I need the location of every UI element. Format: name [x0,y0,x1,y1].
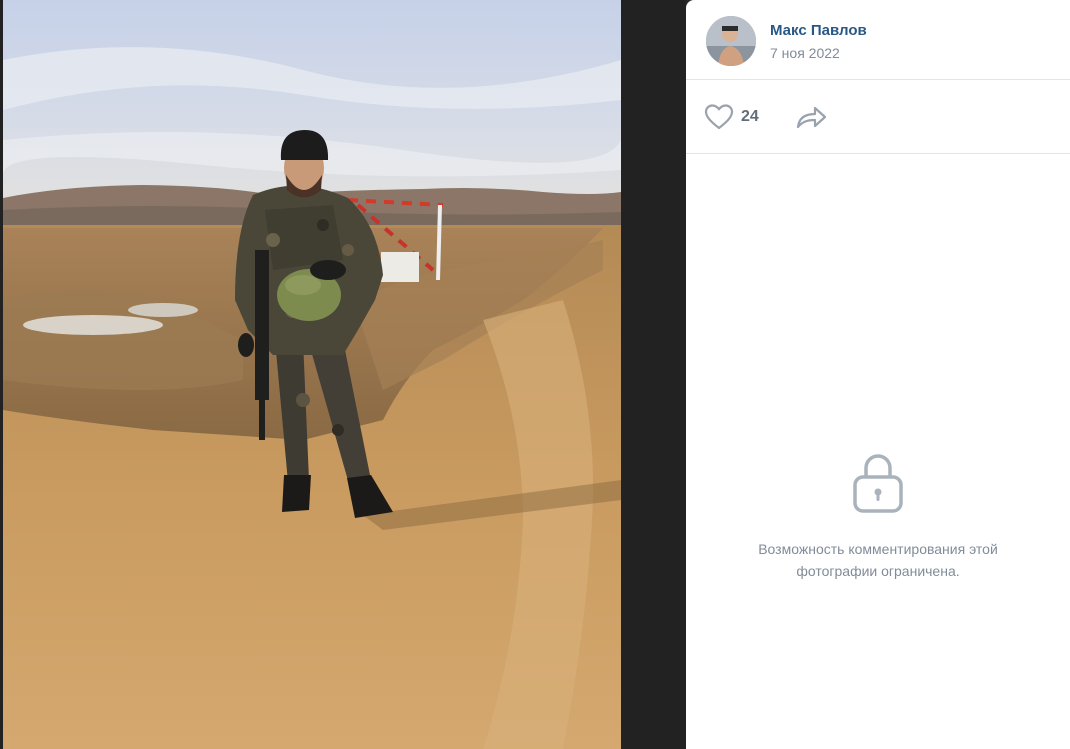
photo-image[interactable] [3,0,621,749]
heart-icon [704,104,734,130]
comments-restricted-message: Возможность комментирования этой фотогра… [758,541,998,579]
post-date[interactable]: 7 ноя 2022 [770,45,840,61]
side-panel: Макс Павлов 7 ноя 2022 24 Возможность ко… [686,0,1070,749]
like-count: 24 [741,108,759,125]
photo-viewer [0,0,686,749]
avatar[interactable] [706,16,756,66]
share-button[interactable] [794,103,828,131]
like-button[interactable]: 24 [704,101,759,133]
share-icon [796,106,827,129]
comments-restricted-block: Возможность комментирования этой фотогра… [686,450,1070,582]
lock-icon [853,454,903,513]
author-block: Макс Павлов 7 ноя 2022 [686,0,1070,80]
actions-bar: 24 [686,80,1070,154]
author-name-link[interactable]: Макс Павлов [770,22,867,39]
